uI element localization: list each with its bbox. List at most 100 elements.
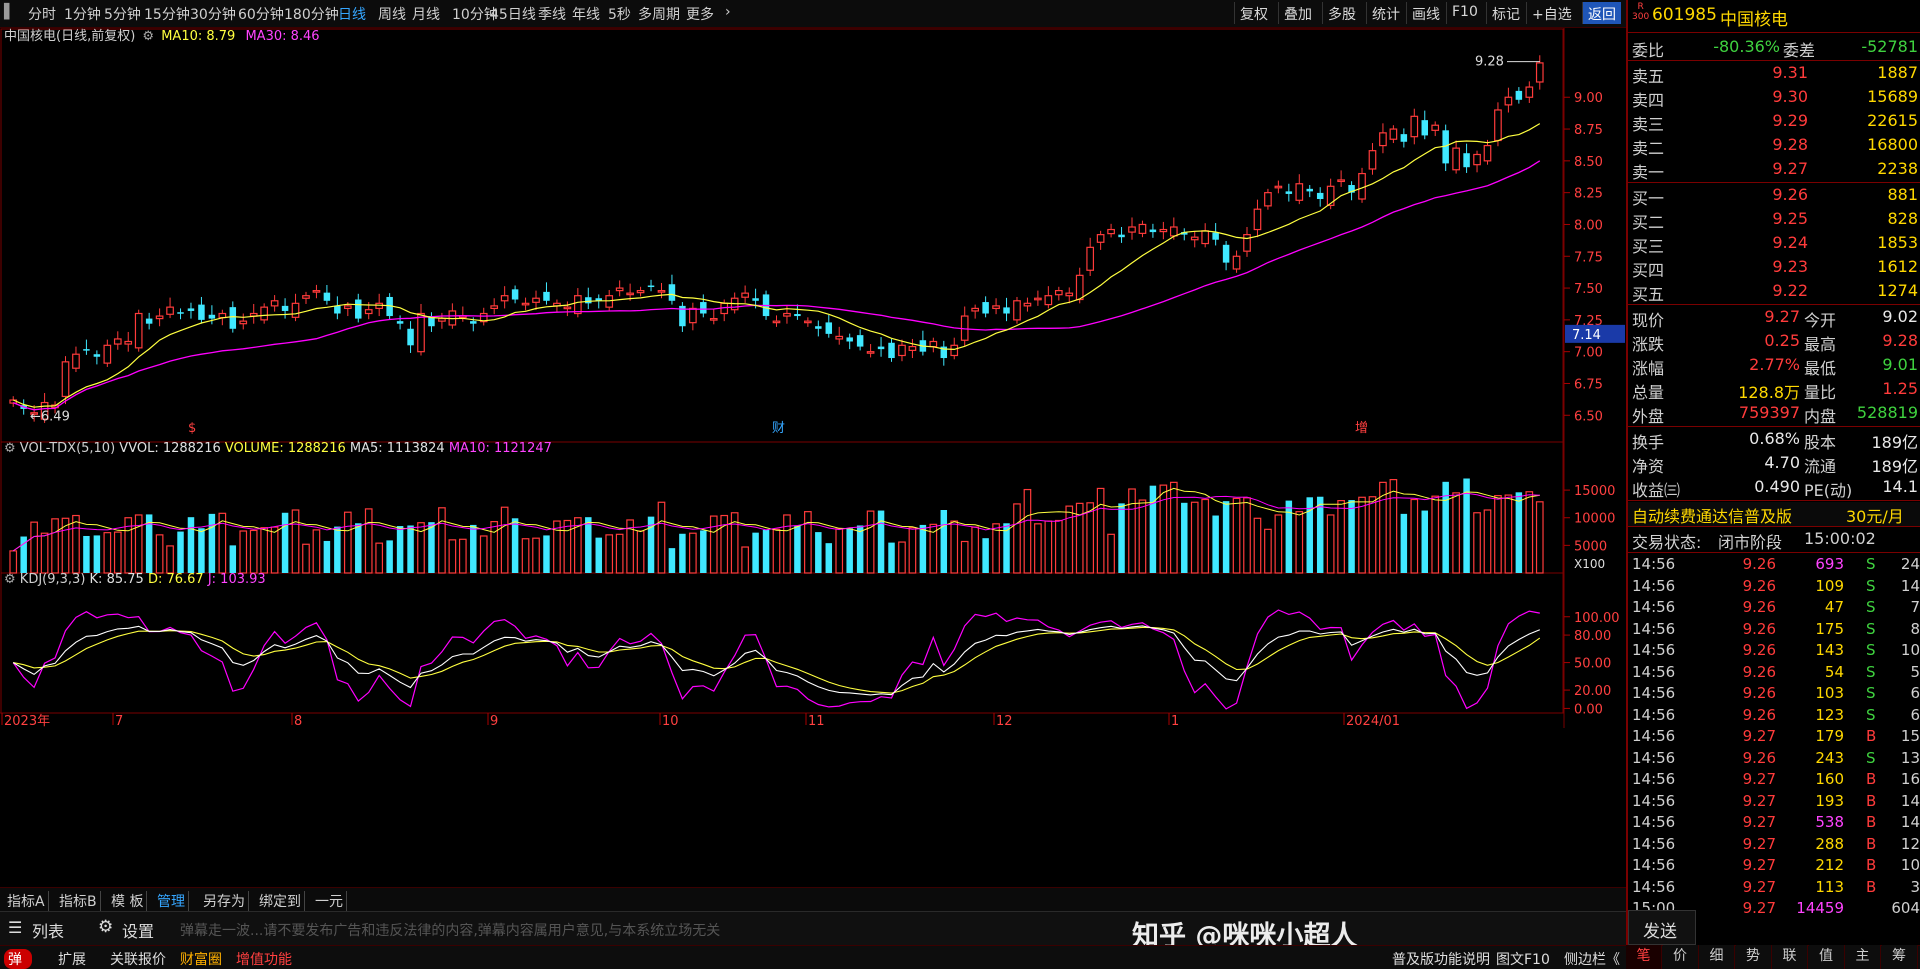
candle-body [1023, 302, 1032, 307]
gear-icon[interactable]: ⚙ [142, 29, 154, 44]
period-16[interactable]: 更多 [686, 4, 714, 24]
status-right-1[interactable]: 图文F10 [1496, 949, 1550, 969]
candle-body [563, 306, 572, 310]
volume-bar [982, 538, 989, 573]
send-button[interactable]: 发送 [1628, 910, 1696, 945]
period-4[interactable]: 30分钟 [190, 4, 236, 24]
settings-icon[interactable]: ⚙ [98, 917, 113, 937]
quote-tab-3[interactable]: 势 [1735, 945, 1772, 969]
chevron-right-icon[interactable]: › [725, 4, 731, 20]
danmu-input[interactable]: 弹幕走一波...请不要发布广告和违反法律的内容,弹幕内容属用户意见,与本系统立场… [180, 920, 720, 940]
volume-bar [1065, 505, 1074, 574]
candle-body [689, 307, 697, 324]
sidebar-toggle-icon[interactable]: ▌ [4, 4, 15, 20]
period-9[interactable]: 月线 [412, 4, 440, 24]
stat-label: 最高 [1804, 335, 1837, 354]
tick-count: 10 [1900, 856, 1920, 874]
date-tick-label: 9 [490, 714, 498, 729]
period-0[interactable]: 分时 [28, 4, 56, 24]
quote-tab-2[interactable]: 细 [1699, 945, 1735, 969]
status-left-2[interactable]: 关联报价 [110, 949, 166, 969]
quote-tab-5[interactable]: 值 [1808, 945, 1845, 969]
indicator-tab-bar: 指标A 指标B 模 板管理 另存为 绑定到 一元 [0, 887, 1626, 911]
indicator-tab-6[interactable]: 一元 [312, 891, 347, 911]
candle-body [312, 290, 321, 293]
period-8[interactable]: 周线 [378, 4, 406, 24]
candle-body [364, 309, 373, 315]
indicator-tab-2[interactable]: 模 板 [108, 891, 148, 911]
list-icon[interactable]: ☰ [8, 918, 22, 937]
settings-button[interactable]: 设置 [122, 918, 154, 942]
tick-side: S [1866, 555, 1876, 573]
status-left-3[interactable]: 财富圈 [180, 949, 222, 969]
ad-row[interactable]: 自动续费通达信普及版 30元/月 [1628, 502, 1920, 526]
toolbar-right-6[interactable]: 标记 [1486, 2, 1525, 24]
indicator-tab-1[interactable]: 指标B [56, 891, 101, 911]
toolbar-right-7[interactable]: +自选 [1526, 2, 1577, 24]
period-3[interactable]: 15分钟 [144, 4, 190, 24]
period-7[interactable]: 日线 [338, 4, 366, 24]
period-1[interactable]: 1分钟 [64, 4, 101, 24]
indicator-tab-3[interactable]: 管理 [154, 891, 189, 911]
period-6[interactable]: 180分钟 [284, 4, 339, 24]
status-left-0[interactable]: 弹 [4, 949, 32, 969]
tick-time: 14:56 [1632, 598, 1676, 616]
volume-bar [103, 532, 112, 574]
candle-body [407, 328, 414, 346]
quote-tab-1[interactable]: 价 [1662, 945, 1699, 969]
tick-side: S [1866, 619, 1876, 638]
volume-bar [1410, 498, 1419, 574]
candle-body [573, 295, 582, 315]
gear-icon[interactable]: ⚙ [4, 441, 16, 456]
stat-value: 0.25 [1764, 331, 1800, 350]
period-12[interactable]: 季线 [538, 4, 566, 24]
toolbar-right-2[interactable]: 多股 [1322, 2, 1361, 24]
period-14[interactable]: 5秒 [608, 4, 631, 24]
volume-bar [40, 532, 49, 574]
volume-bar [940, 510, 948, 573]
tick-row: 14:56 9.26 243 S 13 [1628, 748, 1920, 769]
period-11[interactable]: 45日线 [490, 4, 536, 24]
toolbar-right-4[interactable]: 画线 [1406, 2, 1445, 24]
toolbar-right-3[interactable]: 统计 [1366, 2, 1405, 24]
toolbar-right-5[interactable]: F10 [1446, 2, 1483, 24]
ask-price: 9.29 [1772, 111, 1808, 130]
quote-tab-7[interactable]: 筹 [1881, 945, 1918, 969]
toolbar-right-0[interactable]: 复权 [1234, 2, 1273, 24]
indicator-tab-4[interactable]: 另存为 [200, 891, 249, 911]
toolbar-right-1[interactable]: 叠加 [1278, 2, 1317, 24]
weibi-row: 委比 -80.36% 委差 -52781 [1628, 36, 1920, 60]
ask-row: 卖五 9.31 1887 [1628, 62, 1920, 86]
status-right-2[interactable]: 侧边栏《 [1564, 949, 1620, 969]
quote-tab-6[interactable]: 主 [1845, 945, 1881, 969]
candle-body [772, 320, 781, 324]
period-2[interactable]: 5分钟 [104, 4, 141, 24]
volume-bar [1316, 496, 1324, 573]
toolbar-right-8[interactable]: 返回 [1582, 2, 1621, 24]
volume-bar [1494, 495, 1502, 574]
status-left-1[interactable]: 扩展 [58, 949, 86, 969]
period-5[interactable]: 60分钟 [238, 4, 284, 24]
candle-body [270, 300, 279, 307]
quote-tab-4[interactable]: 联 [1772, 945, 1808, 969]
status-right-0[interactable]: 普及版功能说明 [1392, 949, 1490, 969]
period-15[interactable]: 多周期 [638, 4, 680, 24]
candle-body [1463, 153, 1470, 168]
indicator-tab-0[interactable]: 指标A [4, 891, 49, 911]
status-left-4[interactable]: 增值功能 [236, 949, 292, 969]
period-13[interactable]: 年线 [572, 4, 600, 24]
candle-body [700, 302, 707, 314]
list-button[interactable]: 列表 [32, 918, 64, 942]
ad-price[interactable]: 30元/月 [1846, 503, 1904, 527]
indicator-tab-5[interactable]: 绑定到 [256, 891, 305, 911]
chart-area[interactable]: 9.00 8.75 8.50 8.25 8.00 7.75 7.50 7.25 7.00 6.75… [0, 28, 1626, 898]
volume-bar [312, 529, 321, 574]
tick-time: 14:56 [1632, 813, 1676, 831]
ad-text[interactable]: 自动续费通达信普及版 [1632, 503, 1792, 527]
kline-chart[interactable]: 9.008.758.508.258.007.757.507.257.006.75… [0, 28, 1626, 888]
volume-bar [281, 512, 289, 573]
quote-tab-0[interactable]: 笔 [1626, 945, 1662, 969]
tick-side: B [1866, 834, 1877, 853]
tick-price: 9.26 [1742, 555, 1776, 573]
gear-icon[interactable]: ⚙ [4, 572, 16, 587]
